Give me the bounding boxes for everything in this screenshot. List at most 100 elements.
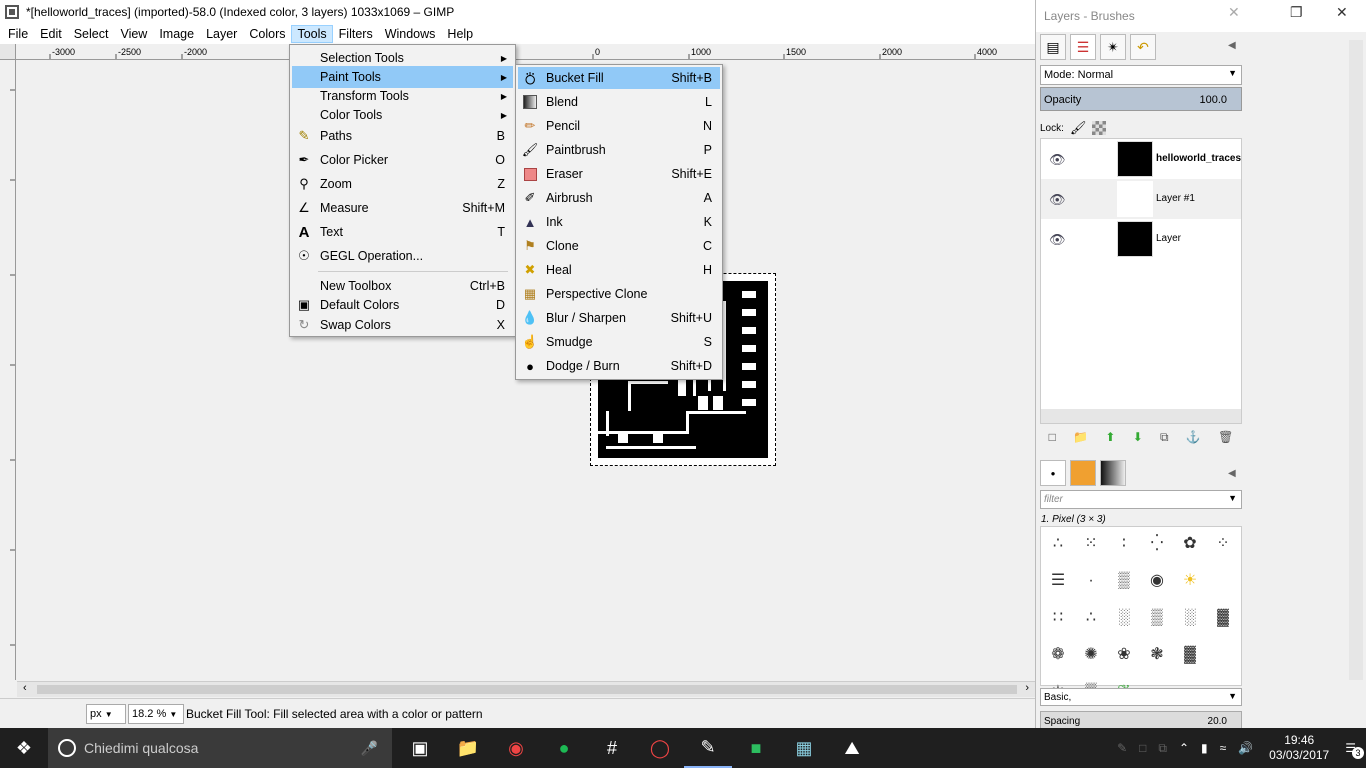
volume-icon[interactable]: 🔊	[1238, 741, 1253, 755]
menu-item-clone[interactable]: ⚑ Clone C	[518, 235, 720, 257]
brush-thumbnail[interactable]: ·	[1076, 566, 1106, 600]
menu-item-color-picker[interactable]: ✒ Color Picker O	[292, 149, 513, 171]
brush-thumbnail[interactable]: ▓	[1208, 603, 1238, 637]
anchor-layer-icon[interactable]: ⚓	[1186, 430, 1201, 448]
brush-thumbnail[interactable]: ∴	[1076, 603, 1106, 637]
menu-item-pencil[interactable]: ✏ Pencil N	[518, 115, 720, 137]
layer-row[interactable]: 👁 Layer	[1041, 219, 1241, 259]
menu-item-measure[interactable]: ∠ Measure Shift+M	[292, 197, 513, 219]
menu-item-text[interactable]: A Text T	[292, 221, 513, 243]
menu-item-color-tools[interactable]: Color Tools ▶	[292, 104, 513, 126]
brush-thumbnail[interactable]: ▓	[1175, 640, 1205, 674]
menu-item-heal[interactable]: ✖ Heal H	[518, 259, 720, 281]
menu-item-paintbrush[interactable]: 🖌 Paintbrush P	[518, 139, 720, 161]
brush-thumbnail[interactable]: ☰	[1043, 566, 1073, 600]
menu-item-bucket-fill[interactable]: ⛣ Bucket Fill Shift+B	[518, 67, 720, 89]
brush-thumbnail[interactable]: ∷	[1043, 603, 1073, 637]
layer-row[interactable]: 👁 helloworld_traces.	[1041, 139, 1241, 179]
menu-item-blur-sharpen[interactable]: 💧 Blur / Sharpen Shift+U	[518, 307, 720, 329]
scroll-left-icon[interactable]: ‹	[23, 682, 27, 694]
duplicate-layer-icon[interactable]: ⧉	[1160, 430, 1169, 448]
tool-options-tab-icon[interactable]: ▤	[1040, 34, 1066, 60]
brush-thumbnail[interactable]: ✺	[1076, 640, 1106, 674]
menu-file[interactable]: File	[2, 25, 34, 43]
tray-app-icon[interactable]: ✎	[1117, 741, 1127, 755]
menu-edit[interactable]: Edit	[34, 25, 68, 43]
lock-alpha-icon[interactable]	[1092, 121, 1107, 135]
brush-thumbnail[interactable]: ✿	[1175, 529, 1205, 563]
spotify-icon[interactable]: ●	[540, 728, 588, 768]
brush-thumbnail[interactable]: ❁	[1043, 640, 1073, 674]
menu-item-smudge[interactable]: ☝ Smudge S	[518, 331, 720, 353]
brush-thumbnail[interactable]: ∴	[1043, 529, 1073, 563]
menu-layer[interactable]: Layer	[200, 25, 243, 43]
menu-item-blend[interactable]: Blend L	[518, 91, 720, 113]
menu-item-airbrush[interactable]: ✐ Airbrush A	[518, 187, 720, 209]
scroll-right-icon[interactable]: ›	[1025, 682, 1029, 694]
microphone-icon[interactable]: 🎤	[361, 740, 378, 757]
brush-thumbnail[interactable]: ▒	[1109, 566, 1139, 600]
menu-colors[interactable]: Colors	[243, 25, 291, 43]
tray-app-icon[interactable]: ⧉	[1158, 741, 1167, 756]
app-red-icon[interactable]: ◯	[636, 728, 684, 768]
action-center-icon[interactable]: ☰ 3	[1345, 741, 1364, 759]
brush-thumbnail[interactable]: ⁘	[1208, 529, 1238, 563]
brush-thumbnail[interactable]: ❃	[1142, 640, 1172, 674]
layer-mode-select[interactable]: Mode: Normal ▼	[1040, 65, 1242, 85]
battery-icon[interactable]: ▮	[1201, 741, 1208, 755]
menu-tools[interactable]: Tools	[291, 24, 333, 43]
menu-image[interactable]: Image	[153, 25, 200, 43]
layers-hscrollbar[interactable]	[1041, 409, 1241, 423]
menu-item-eraser[interactable]: Eraser Shift+E	[518, 163, 720, 185]
photos-icon[interactable]: ⛰	[828, 728, 876, 768]
wifi-icon[interactable]: ≈	[1220, 741, 1227, 755]
raise-layer-icon[interactable]: ⬆	[1105, 430, 1115, 448]
brush-thumbnail[interactable]: ❀	[1109, 640, 1139, 674]
undo-history-tab-icon[interactable]: ↶	[1130, 34, 1156, 60]
menu-windows[interactable]: Windows	[379, 25, 442, 43]
menu-select[interactable]: Select	[68, 25, 115, 43]
scrollbar-thumb[interactable]	[37, 685, 1017, 694]
file-explorer-icon[interactable]: 📁	[444, 728, 492, 768]
gimp-taskbar-icon[interactable]: ✎	[684, 728, 732, 768]
visibility-eye-icon[interactable]: 👁	[1049, 152, 1066, 168]
menu-item-perspective-clone[interactable]: ▦ Perspective Clone	[518, 283, 720, 305]
menu-help[interactable]: Help	[441, 25, 479, 43]
brush-thumbnail[interactable]: ⁙	[1076, 529, 1106, 563]
window-close-icon[interactable]: ✕	[1336, 4, 1348, 21]
ruler-corner[interactable]	[0, 44, 16, 60]
brush-thumbnail[interactable]: ◉	[1142, 566, 1172, 600]
menu-item-ink[interactable]: ▲ Ink K	[518, 211, 720, 233]
brush-thumbnail[interactable]	[1208, 566, 1238, 600]
system-clock[interactable]: 19:46 03/03/2017	[1269, 733, 1329, 763]
patterns-tab-icon[interactable]	[1070, 460, 1096, 486]
task-view-icon[interactable]: ▣	[396, 728, 444, 768]
menu-view[interactable]: View	[114, 25, 153, 43]
opacity-slider[interactable]: Opacity 100.0	[1040, 87, 1242, 111]
tray-app-icon[interactable]: □	[1139, 741, 1146, 755]
menu-item-gegl-operation[interactable]: ☉ GEGL Operation...	[292, 245, 513, 267]
new-layer-icon[interactable]: □	[1049, 430, 1056, 448]
evernote-icon[interactable]: ■	[732, 728, 780, 768]
visibility-eye-icon[interactable]: 👁	[1049, 192, 1066, 208]
tab-menu-icon[interactable]: ◀	[1228, 40, 1236, 51]
canvas-vscrollbar[interactable]	[1349, 40, 1363, 680]
visibility-eye-icon[interactable]: 👁	[1049, 232, 1066, 248]
new-layer-group-icon[interactable]: 📁	[1073, 430, 1088, 448]
brush-thumbnail[interactable]: ░	[1109, 603, 1139, 637]
paths-tab-icon[interactable]: ✴	[1100, 34, 1126, 60]
brush-thumbnail[interactable]: ∶	[1109, 529, 1139, 563]
cortana-search-box[interactable]: Chiedimi qualcosa 🎤	[48, 728, 392, 768]
layer-row[interactable]: 👁 Layer #1	[1041, 179, 1241, 219]
menu-item-zoom[interactable]: ⚲ Zoom Z	[292, 173, 513, 195]
unit-selector[interactable]: px ▼	[86, 704, 126, 724]
zoom-selector[interactable]: 18.2 % ▼	[128, 704, 184, 724]
brush-set-select[interactable]: Basic, ▼	[1040, 688, 1242, 706]
brush-thumbnail[interactable]: ░	[1175, 603, 1205, 637]
brushes-tab-icon[interactable]: ●	[1040, 460, 1066, 486]
delete-layer-icon[interactable]: 🗑	[1218, 430, 1233, 448]
brush-thumbnail[interactable]: ☀	[1175, 566, 1205, 600]
menu-item-paths[interactable]: ✎ Paths B	[292, 125, 513, 147]
slack-icon[interactable]: #	[588, 728, 636, 768]
menu-item-swap-colors[interactable]: ↻ Swap Colors X	[292, 314, 513, 336]
